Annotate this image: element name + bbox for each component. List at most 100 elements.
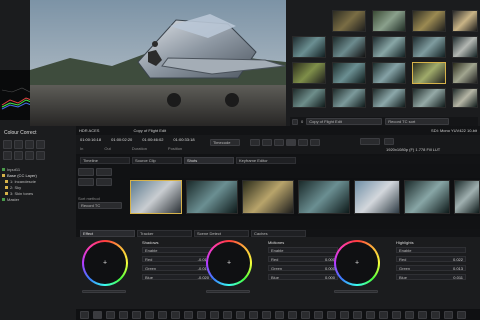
thumb[interactable] (292, 88, 326, 108)
toolbar-button[interactable] (418, 310, 427, 319)
go-end-button[interactable] (310, 139, 320, 146)
filmstrip-item-selected[interactable] (130, 180, 182, 214)
midtones-green[interactable]: Green 0.000 (268, 265, 338, 271)
node-copy-button[interactable] (25, 140, 34, 149)
toolbar-button[interactable] (132, 310, 141, 319)
toolbar-button[interactable] (93, 310, 102, 319)
timeline-tool-b[interactable] (96, 168, 112, 176)
aspect-button[interactable] (384, 138, 394, 145)
timeline-tool-c[interactable] (78, 178, 94, 186)
filmstrip-item[interactable] (242, 180, 294, 214)
thumb[interactable] (372, 88, 406, 108)
slider-b[interactable] (206, 290, 250, 293)
thumb[interactable] (332, 88, 366, 108)
toolbar-button[interactable] (301, 310, 310, 319)
thumb[interactable] (372, 62, 406, 84)
node-add-button[interactable] (3, 140, 12, 149)
filmstrip-item[interactable] (404, 180, 450, 214)
node-enable-button[interactable] (3, 151, 12, 160)
midtones-enable[interactable]: Enable (268, 247, 338, 253)
toolbar-button[interactable] (444, 310, 453, 319)
tab-keyframe-editor[interactable]: Keyframe Editor (236, 156, 296, 164)
tree-item[interactable]: Master (2, 196, 74, 202)
thumb[interactable] (452, 36, 478, 58)
shadows-green[interactable]: Green -0.013 (142, 265, 212, 271)
midtones-wheel[interactable]: + (206, 240, 252, 286)
sort-method-dropdown[interactable]: Record TC (78, 202, 122, 209)
tab-scene-detect[interactable]: Scene Detect (194, 229, 249, 237)
toolbar-button[interactable] (249, 310, 258, 319)
toolbar-button[interactable] (236, 310, 245, 319)
thumb[interactable] (412, 88, 446, 108)
grid-view-button[interactable] (292, 118, 298, 125)
toolbar-button[interactable] (353, 310, 362, 319)
none-dropdown[interactable] (360, 138, 380, 145)
thumb-selected[interactable] (412, 62, 446, 84)
toolbar-button[interactable] (314, 310, 323, 319)
toolbar-button[interactable] (379, 310, 388, 319)
midtones-blue[interactable]: Blue 0.000 (268, 274, 338, 280)
toolbar-button[interactable] (210, 310, 219, 319)
toolbar-button[interactable] (366, 310, 375, 319)
shadows-wheel[interactable]: + (82, 240, 128, 286)
tab-tracker[interactable]: Tracker (137, 229, 192, 237)
go-start-button[interactable] (250, 139, 260, 146)
thumb[interactable] (452, 10, 478, 32)
node-remove-button[interactable] (14, 140, 23, 149)
toolbar-button[interactable] (262, 310, 271, 319)
toolbar-button[interactable] (197, 310, 206, 319)
filmstrip-item[interactable] (186, 180, 238, 214)
tab-shots[interactable]: Shots (184, 156, 234, 164)
toolbar-button[interactable] (171, 310, 180, 319)
thumb[interactable] (332, 36, 366, 58)
toolbar-button[interactable] (431, 310, 440, 319)
tab-caches[interactable]: Caches (251, 229, 306, 237)
toolbar-button[interactable] (327, 310, 336, 319)
toolbar-button[interactable] (119, 310, 128, 319)
thumb[interactable] (372, 36, 406, 58)
highlights-enable[interactable]: Enable (396, 247, 466, 253)
toolbar-button[interactable] (80, 310, 89, 319)
slider-a[interactable] (82, 290, 126, 293)
thumb[interactable] (292, 62, 326, 84)
toolbar-button[interactable] (340, 310, 349, 319)
highlights-green[interactable]: Green 0.013 (396, 265, 466, 271)
toolbar-button[interactable] (392, 310, 401, 319)
tab-timeline[interactable]: Timeline (80, 156, 130, 164)
highlights-red[interactable]: Red 0.022 (396, 256, 466, 262)
toolbar-button[interactable] (405, 310, 414, 319)
highlights-wheel[interactable]: + (334, 240, 380, 286)
thumb[interactable] (292, 36, 326, 58)
dropdown-sort[interactable]: Record TC sort (385, 118, 450, 125)
slider-c[interactable] (334, 290, 378, 293)
next-frame-button[interactable] (298, 139, 308, 146)
play-button[interactable] (286, 139, 296, 146)
toolbar-button[interactable] (288, 310, 297, 319)
shadows-red[interactable]: Red -0.017 (142, 256, 212, 262)
node-paste-button[interactable] (36, 140, 45, 149)
filmstrip-item[interactable] (298, 180, 350, 214)
tc-mode-dropdown[interactable]: Timecode (210, 139, 240, 146)
toolbar-button[interactable] (145, 310, 154, 319)
toolbar-button[interactable] (275, 310, 284, 319)
midtones-red[interactable]: Red 0.000 (268, 256, 338, 262)
toolbar-button[interactable] (158, 310, 167, 319)
thumb[interactable] (332, 62, 366, 84)
tab-effect[interactable]: Effect (80, 229, 135, 237)
filmstrip-item[interactable] (454, 180, 480, 214)
thumb[interactable] (372, 10, 406, 32)
timeline-tool-a[interactable] (78, 168, 94, 176)
timeline-tool-d[interactable] (96, 178, 112, 186)
toolbar-button[interactable] (223, 310, 232, 319)
thumb[interactable] (332, 10, 366, 32)
shadows-enable[interactable]: Enable (142, 247, 212, 253)
tab-source-clip[interactable]: Source Clip (132, 156, 182, 164)
toolbar-button[interactable] (457, 310, 466, 319)
thumb[interactable] (452, 88, 478, 108)
filmstrip-item[interactable] (354, 180, 400, 214)
node-layer-button[interactable] (25, 151, 34, 160)
node-mask-button[interactable] (36, 151, 45, 160)
prev-frame-button[interactable] (262, 139, 272, 146)
dropdown-copy[interactable]: Copy of Flight Edit (306, 118, 383, 125)
toolbar-button[interactable] (184, 310, 193, 319)
